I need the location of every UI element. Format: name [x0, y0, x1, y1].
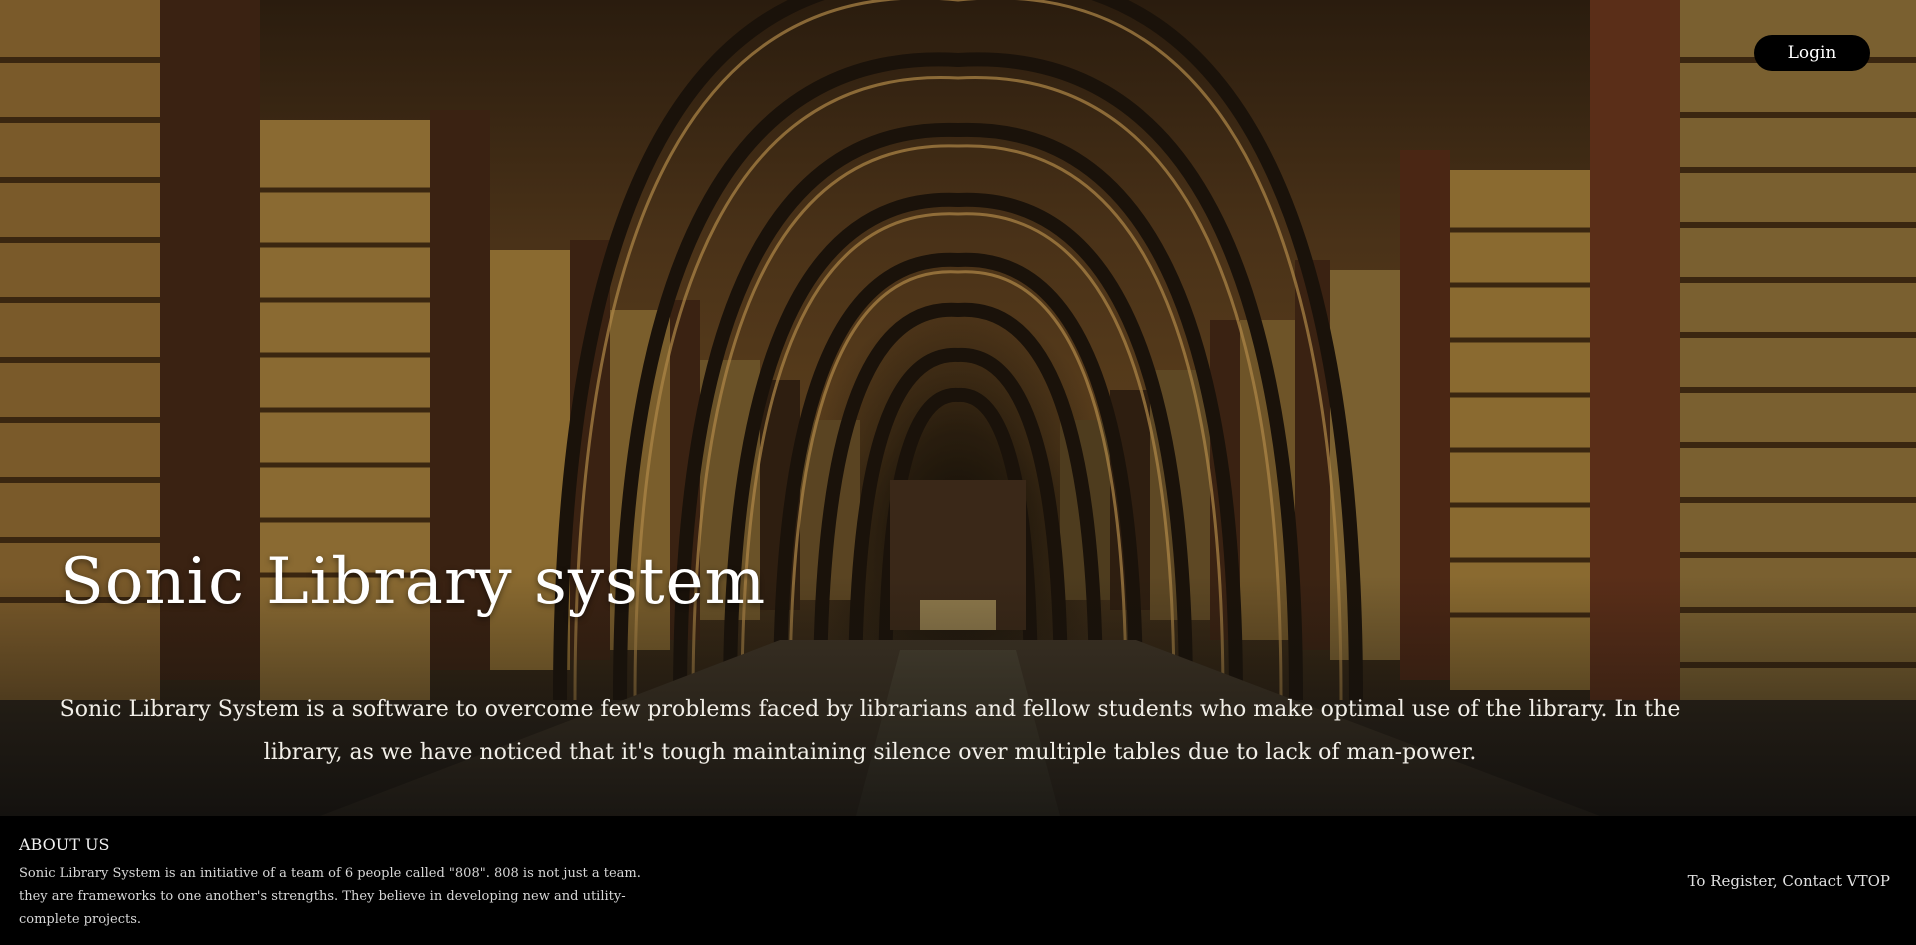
hero-section: Login Sonic Library system Sonic Library… — [0, 0, 1916, 816]
register-contact-text: To Register, Contact VTOP — [1687, 872, 1890, 890]
about-us-heading: ABOUT US — [19, 835, 110, 854]
login-button[interactable]: Login — [1754, 35, 1870, 71]
page-title: Sonic Library system — [60, 545, 767, 619]
hero-description: Sonic Library System is a software to ov… — [59, 697, 1681, 765]
about-us-text: Sonic Library System is an initiative of… — [19, 866, 641, 927]
footer: ABOUT US Sonic Library System is an init… — [0, 816, 1916, 945]
